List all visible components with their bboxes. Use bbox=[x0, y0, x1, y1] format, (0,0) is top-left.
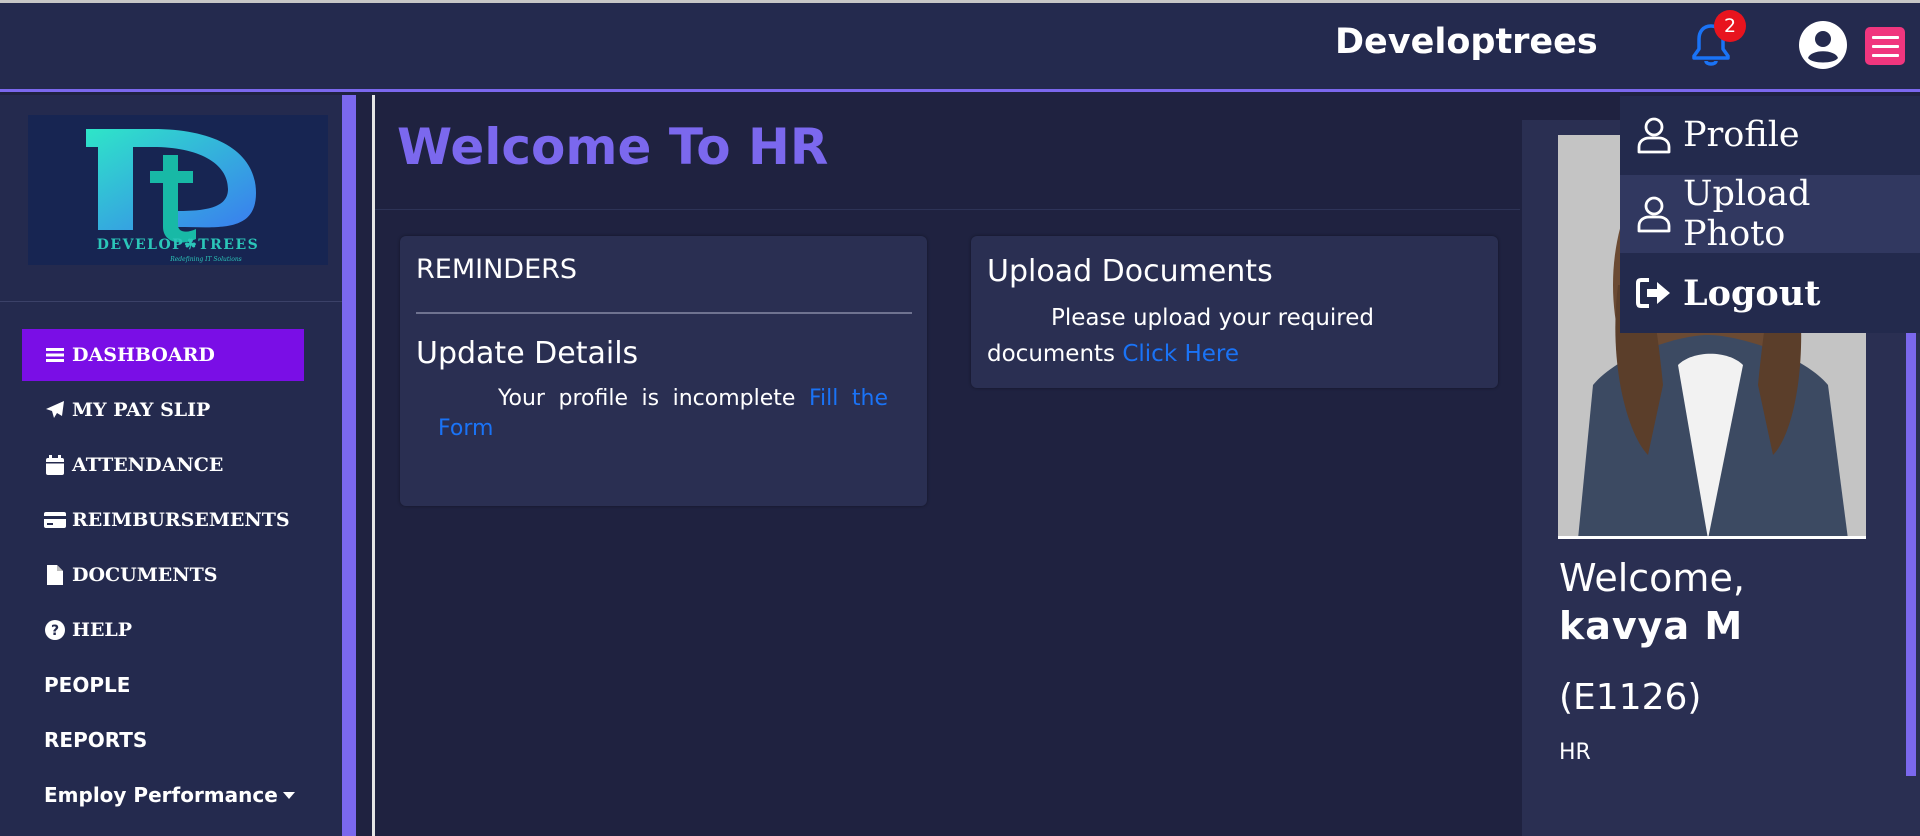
notification-badge: 2 bbox=[1714, 10, 1746, 42]
employee-id: (E1126) bbox=[1559, 677, 1702, 718]
caret-down-icon bbox=[282, 790, 296, 800]
menu-item-label: Profile bbox=[1683, 115, 1800, 155]
click-here-link[interactable]: Click Here bbox=[1122, 341, 1239, 367]
sidebar-item-employ-performance[interactable]: Employ Performance bbox=[22, 769, 322, 821]
menu-item-label: Logout bbox=[1683, 272, 1821, 314]
page-title: Welcome To HR bbox=[397, 118, 829, 176]
menu-item-profile[interactable]: Profile bbox=[1620, 96, 1920, 174]
file-icon bbox=[44, 564, 66, 586]
sidebar-item-label: REPORTS bbox=[44, 728, 148, 752]
brand-name: Developtrees bbox=[1335, 22, 1598, 62]
top-navbar: Developtrees bbox=[0, 3, 1920, 92]
sidebar-item-my-pay-slip[interactable]: MY PAY SLIP bbox=[22, 384, 322, 436]
user-icon bbox=[1635, 195, 1673, 233]
sidebar-item-reimbursements[interactable]: REIMBURSEMENTS bbox=[22, 494, 322, 546]
menu-item-label: Upload Photo bbox=[1683, 174, 1811, 254]
sidebar-item-reports[interactable]: REPORTS bbox=[22, 714, 322, 766]
question-circle-icon: ? bbox=[44, 619, 66, 641]
sidebar-nav: DASHBOARD MY PAY SLIP ATTENDANCE REIMBUR… bbox=[22, 329, 322, 824]
bars-icon bbox=[44, 344, 66, 366]
sidebar-item-label: REIMBURSEMENTS bbox=[72, 509, 290, 531]
user-icon bbox=[1635, 116, 1673, 154]
sidebar-item-label: HELP bbox=[72, 619, 133, 641]
company-logo: DEVELOP☘TREES Redefining IT Solutions bbox=[28, 115, 328, 265]
sidebar-item-label: DOCUMENTS bbox=[72, 564, 218, 586]
user-dropdown-menu: Profile Upload Photo Logout bbox=[1620, 96, 1920, 333]
reminders-card: REMINDERS Update Details Your profile is… bbox=[400, 236, 927, 506]
sidebar-item-label: PEOPLE bbox=[44, 673, 131, 697]
update-details-heading: Update Details bbox=[416, 336, 639, 371]
profile-welcome: Welcome, bbox=[1559, 556, 1745, 600]
svg-text:?: ? bbox=[51, 623, 59, 639]
sidebar-divider bbox=[0, 301, 342, 302]
sidebar: DEVELOP☘TREES Redefining IT Solutions DA… bbox=[0, 95, 356, 836]
menu-item-logout[interactable]: Logout bbox=[1620, 254, 1920, 332]
sidebar-item-people[interactable]: PEOPLE bbox=[22, 659, 322, 711]
calendar-icon bbox=[44, 454, 66, 476]
upload-documents-title: Upload Documents bbox=[987, 254, 1273, 289]
credit-card-icon bbox=[44, 509, 66, 531]
upload-documents-card: Upload Documents Please upload your requ… bbox=[971, 236, 1498, 388]
sidebar-item-dashboard[interactable]: DASHBOARD bbox=[22, 329, 304, 381]
sidebar-item-documents[interactable]: DOCUMENTS bbox=[22, 549, 322, 601]
svg-text:Redefining IT Solutions: Redefining IT Solutions bbox=[169, 256, 242, 263]
sidebar-item-label: Employ Performance bbox=[44, 783, 278, 807]
sidebar-item-attendance[interactable]: ATTENDANCE bbox=[22, 439, 322, 491]
reminders-divider bbox=[416, 312, 912, 314]
sign-out-icon bbox=[1635, 274, 1673, 312]
sidebar-item-label: DASHBOARD bbox=[72, 344, 215, 366]
hamburger-icon[interactable] bbox=[1865, 27, 1905, 65]
sidebar-item-label: MY PAY SLIP bbox=[72, 399, 211, 421]
menu-item-upload-photo[interactable]: Upload Photo bbox=[1620, 174, 1920, 254]
logo-wordmark: DEVELOP☘TREES bbox=[97, 237, 259, 253]
sidebar-item-label: ATTENDANCE bbox=[72, 454, 224, 476]
paper-plane-icon bbox=[44, 399, 66, 421]
reminders-title: REMINDERS bbox=[416, 254, 578, 285]
scrollbar[interactable] bbox=[1906, 332, 1916, 776]
profile-name: kavya M bbox=[1559, 604, 1744, 648]
profile-incomplete-text: Your profile is incomplete Fill the Form bbox=[438, 386, 888, 441]
upload-documents-text: Please upload your required documents Cl… bbox=[987, 305, 1374, 367]
sidebar-item-help[interactable]: ? HELP bbox=[22, 604, 322, 656]
employee-role: HR bbox=[1559, 740, 1591, 765]
user-circle-icon[interactable] bbox=[1798, 20, 1848, 70]
